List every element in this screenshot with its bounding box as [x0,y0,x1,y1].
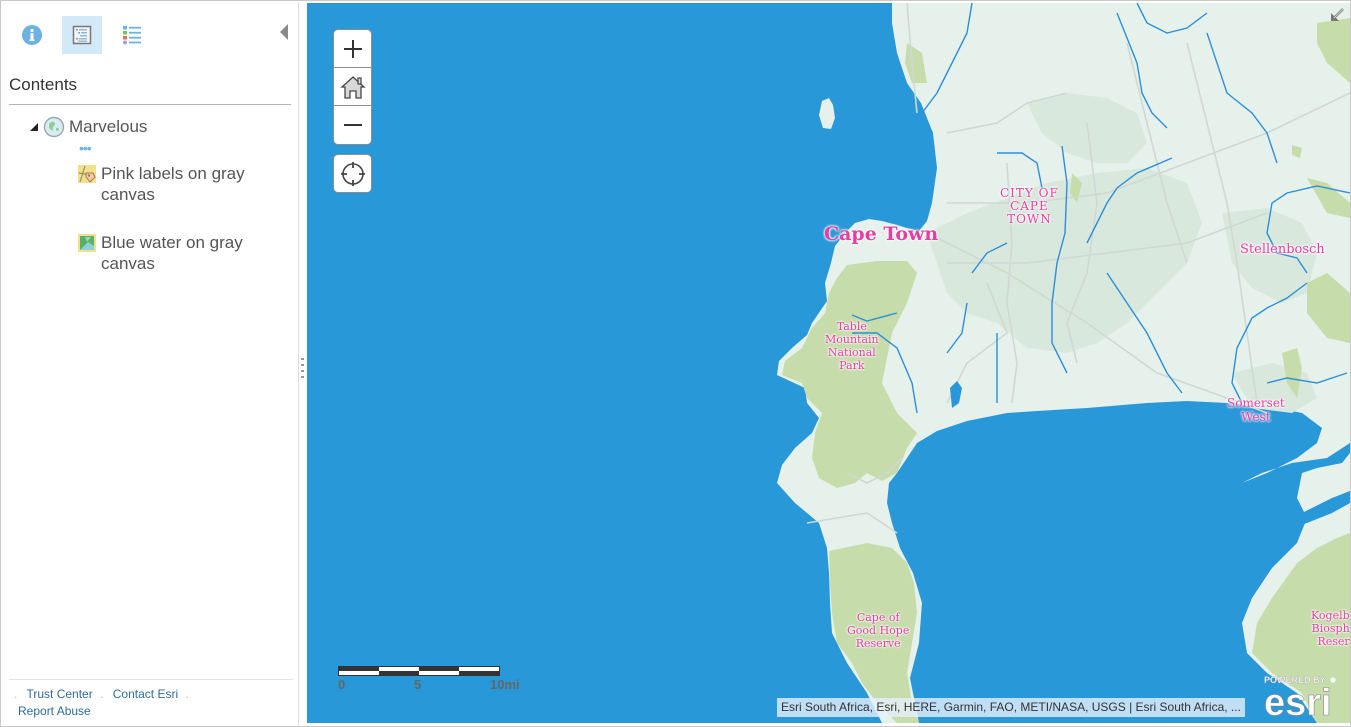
tab-legend[interactable] [112,16,152,54]
map-label-city-of-cape-town: CITY OF CAPE TOWN [1000,186,1059,226]
scale-segment [459,667,499,675]
expand-triangle-icon[interactable] [29,122,39,132]
footer-separator: . [185,687,189,701]
layer-label: Pink labels on gray canvas [101,164,245,204]
footer-separator: . [14,687,18,701]
scale-label-0: 0 [338,677,346,692]
more-options-button[interactable]: ••• [79,141,92,155]
zoom-out-button[interactable] [334,106,371,144]
contact-esri-link[interactable]: Contact Esri [113,687,178,701]
footer-links: . Trust Center . Contact Esri . Report A… [10,686,290,720]
map-view[interactable]: Cape Town CITY OF CAPE TOWN Stellenbosch… [307,3,1350,723]
basemap-layer-icon [78,234,96,252]
zoom-in-button[interactable] [334,30,371,68]
esri-logo[interactable]: POWERED BY esri [1262,673,1342,723]
info-icon [22,25,42,45]
tab-content[interactable] [62,16,102,54]
map-label-stellenbosch: Stellenbosch [1240,242,1325,257]
layer-item-pink-labels[interactable]: Pink labels on gray canvas [77,163,271,205]
robben-island [819,98,835,129]
reference-layer-icon [78,165,96,183]
map-label-cape-town: Cape Town [824,223,939,245]
scale-label-10: 10mi [490,677,520,692]
sidebar: Contents Marvelous ••• Pink labels on gr… [2,2,299,726]
locate-icon [340,161,365,186]
scale-segment [339,667,379,675]
legend-icon [123,26,141,45]
content-icon [72,25,92,45]
tree-root-label: Marvelous [69,117,148,136]
footer-divider [9,679,293,680]
trust-center-link[interactable]: Trust Center [26,687,92,701]
sidebar-tabs [12,16,152,56]
scale-bar: 0 5 10mi [338,666,520,692]
triangle-left-icon [280,24,288,40]
map-label-cape-of-good-hope: Cape of Good Hope Reserve [847,611,910,650]
splitter-grip-icon[interactable] [301,358,304,378]
layer-label: Blue water on gray canvas [101,233,243,273]
tab-about[interactable] [12,16,52,54]
app-window: Contents Marvelous ••• Pink labels on gr… [0,0,1351,727]
layer-item-blue-water[interactable]: Blue water on gray canvas [77,232,271,274]
panel-splitter[interactable] [299,2,306,726]
expand-button[interactable] [1328,6,1346,24]
collapse-sidebar-button[interactable] [278,24,290,40]
plus-icon [343,39,362,58]
esri-logo-icon: POWERED BY esri [1264,675,1336,723]
home-icon [339,75,366,99]
globe-icon [43,116,65,138]
map-label-table-mountain: Table Mountain National Park [825,320,879,372]
panel-divider [9,104,291,105]
locate-button[interactable] [333,154,372,193]
tree-root-marvelous[interactable]: Marvelous [29,116,147,138]
map-label-somerset-west: Somerset West [1227,396,1285,424]
scale-segment [379,667,419,675]
panel-title: Contents [9,75,78,94]
map-attribution[interactable]: Esri South Africa, Esri, HERE, Garmin, F… [777,698,1245,717]
minus-icon [343,124,362,126]
map-label-kogelberg: Kogelb Biosph Reser [1311,609,1350,648]
scale-segment [419,667,459,675]
esri-logo-brand: esri [1264,682,1332,721]
expand-icon [1331,8,1344,21]
zoom-control [333,29,372,145]
scale-bar-graphic [338,666,500,676]
report-abuse-link[interactable]: Report Abuse [18,704,91,718]
scale-label-5: 5 [414,677,422,692]
footer-separator: . [100,687,104,701]
home-button[interactable] [334,68,371,106]
